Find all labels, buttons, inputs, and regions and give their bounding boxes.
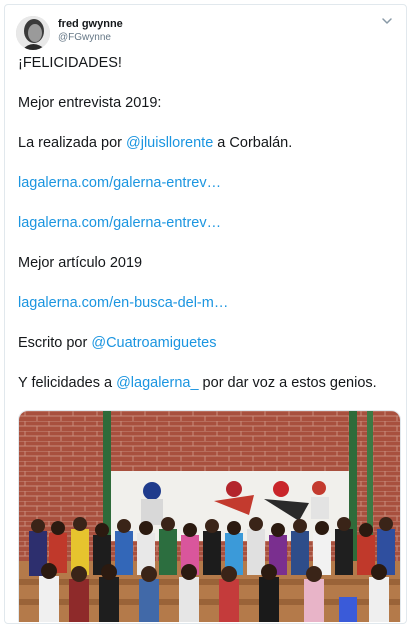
mention-link[interactable]: @jluisllorente	[126, 135, 213, 151]
group-photo-image	[19, 411, 400, 622]
tweet-text: ¡FELICIDADES! Mejor entrevista 2019: La …	[18, 55, 398, 415]
tweet-card[interactable]: fred gwynne @FGwynne ¡FELICIDADES! Mejor…	[4, 4, 407, 624]
mention-link[interactable]: @lagalerna_	[116, 375, 198, 391]
tweet-line: ¡FELICIDADES!	[18, 55, 122, 71]
tweet-line: La realizada por @jluisllorente a Corbal…	[18, 135, 398, 152]
tweet-line: Mejor artículo 2019	[18, 255, 143, 271]
user-avatar-photo	[16, 16, 50, 50]
tweet-text-segment: por dar voz a estos genios.	[198, 375, 377, 391]
tweet-media-photo[interactable]	[18, 410, 401, 622]
tweet-line: Y felicidades a @lagalerna_ por dar voz …	[18, 375, 398, 392]
tweet-line: lagalerna.com/galerna-entrev…	[18, 175, 398, 192]
tweet-text-segment: Escrito por	[18, 335, 92, 351]
user-handle[interactable]: @FGwynne	[58, 32, 111, 43]
user-avatar[interactable]	[16, 16, 50, 50]
tweet-text-segment: Y felicidades a	[18, 375, 117, 391]
url-link[interactable]: lagalerna.com/galerna-entrev…	[18, 175, 221, 191]
tweet-line: Mejor entrevista 2019:	[18, 95, 162, 111]
user-display-name[interactable]: fred gwynne	[58, 18, 123, 30]
tweet-line: lagalerna.com/en-busca-del-m…	[18, 295, 398, 312]
tweet-line: lagalerna.com/galerna-entrev…	[18, 215, 398, 232]
url-link[interactable]: lagalerna.com/galerna-entrev…	[18, 215, 221, 231]
tweet-text-segment: a Corbalán.	[213, 135, 293, 151]
mention-link[interactable]: @Cuatroamiguetes	[91, 335, 216, 351]
url-link[interactable]: lagalerna.com/en-busca-del-m…	[18, 295, 228, 311]
tweet-text-segment: La realizada por	[18, 135, 127, 151]
chevron-down-icon[interactable]	[380, 14, 394, 28]
tweet-line: Escrito por @Cuatroamiguetes	[18, 335, 398, 352]
